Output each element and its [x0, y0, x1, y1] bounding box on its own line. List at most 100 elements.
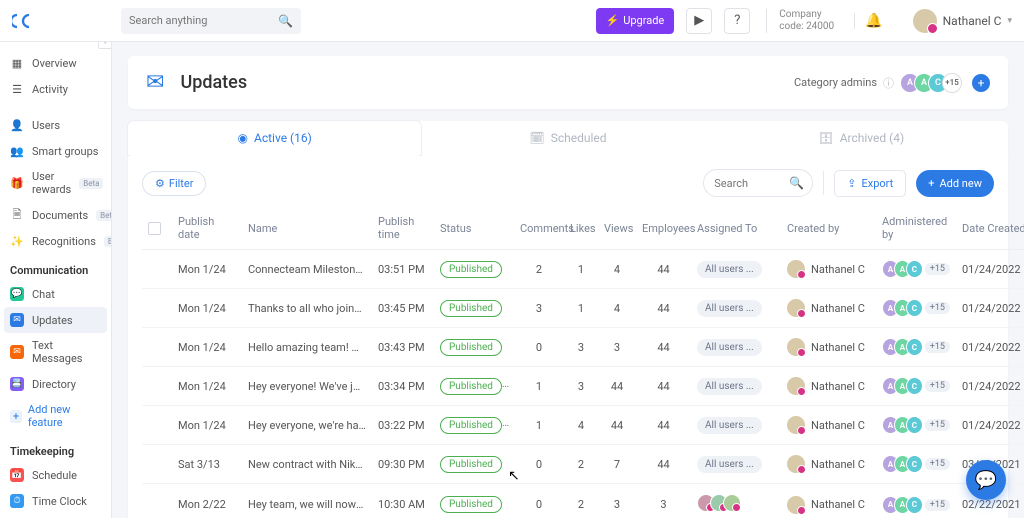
company-code: Company code: 24000: [766, 9, 834, 33]
filter-button[interactable]: ⚙Filter: [142, 171, 206, 196]
toolbar: ⚙Filter 🔍 ⇪Export +Add new: [142, 169, 994, 197]
cell-publish-date: Mon 1/24: [172, 250, 242, 289]
chat-fab[interactable]: 💬: [966, 460, 1006, 500]
admin-stack[interactable]: A A C +15: [882, 416, 950, 434]
table-row[interactable]: Sat 3/13 New contract with Nike! … 09:30…: [142, 445, 1024, 484]
sidebar-item-smart-groups[interactable]: 👥Smart groups: [0, 138, 111, 164]
col-status[interactable]: Status: [434, 207, 514, 250]
logo-icon: [12, 10, 34, 32]
collapse-sidebar-button[interactable]: ‹: [98, 42, 112, 49]
updates-table: Publish date Name Publish time Status Co…: [142, 207, 1024, 518]
cell-publish-time: 03:34 PM: [372, 367, 434, 406]
col-administered-by[interactable]: Administered by: [876, 207, 956, 250]
cell-publish-date: Sat 3/13: [172, 445, 242, 484]
admin-avatars[interactable]: A A C +15: [900, 73, 962, 93]
admin-stack[interactable]: A A C +15: [882, 338, 950, 356]
assigned-pill[interactable]: All users ...: [697, 261, 762, 278]
col-name[interactable]: Name: [242, 207, 372, 250]
add-admin-button[interactable]: +: [972, 74, 990, 92]
sidebar-item-schedule[interactable]: 📅Schedule: [0, 462, 111, 488]
col-assigned-to[interactable]: Assigned To: [691, 207, 781, 250]
sidebar-item-activity[interactable]: ☰Activity: [0, 76, 111, 102]
assigned-pill[interactable]: All users ...: [697, 300, 762, 317]
sidebar-item-chat[interactable]: 💬Chat: [0, 281, 111, 307]
tab-archived[interactable]: 🗄Archived (4): [715, 121, 1008, 155]
sidebar-item-updates[interactable]: ✉Updates: [4, 307, 107, 333]
search-icon: 🔍: [278, 14, 293, 28]
cell-views: 4: [598, 289, 636, 328]
bell-icon[interactable]: 🔔: [854, 13, 892, 29]
table-row[interactable]: Mon 2/22 Hey team, we will now be … 10:3…: [142, 484, 1024, 518]
sidebar-item-user-rewards[interactable]: 🎁User rewardsBeta: [0, 164, 111, 202]
cell-status: Published 2 2 new: [434, 406, 514, 445]
cell-date-created: 01/24/2022: [956, 367, 1024, 406]
doc-icon: 🗎: [10, 208, 24, 222]
assigned-pill[interactable]: All users ...: [697, 339, 762, 356]
table-row[interactable]: Mon 1/24 Connecteam Milestone! C… 03:51 …: [142, 250, 1024, 289]
col-publish-date[interactable]: Publish date: [172, 207, 242, 250]
sidebar-item-recognitions[interactable]: ✨RecognitionsBeta: [0, 228, 111, 254]
info-icon[interactable]: ⓘ: [883, 75, 894, 91]
overflow-count: +15: [925, 341, 950, 353]
sidebar-add-feature-2[interactable]: +Add new feature: [0, 514, 111, 518]
assigned-pill[interactable]: All users ...: [697, 456, 762, 473]
admin-stack[interactable]: A A C +15: [882, 455, 950, 473]
cell-created-by: Nathanel C: [781, 445, 876, 484]
admin-stack[interactable]: A A C +15: [882, 260, 950, 278]
add-new-button[interactable]: +Add new: [916, 170, 994, 197]
col-date-created[interactable]: Date Created: [956, 207, 1024, 250]
sidebar-item-text-messages[interactable]: ✉Text Messages: [0, 333, 111, 371]
table-row[interactable]: Mon 1/24 Thanks to all who joined u… 03:…: [142, 289, 1024, 328]
user-menu[interactable]: Nathanel C ▾: [905, 9, 1012, 33]
chevron-down-icon: ▾: [1007, 16, 1012, 26]
sidebar-item-users[interactable]: 👤Users: [0, 112, 111, 138]
cell-status: Published: [434, 289, 514, 328]
sidebar-item-overview[interactable]: ▦Overview: [0, 50, 111, 76]
admin-stack[interactable]: A A C +15: [882, 299, 950, 317]
col-likes[interactable]: Likes: [564, 207, 598, 250]
status-badge: Published: [440, 261, 502, 278]
sidebar-heading-timekeeping: Timekeeping: [0, 435, 111, 462]
col-created-by[interactable]: Created by: [781, 207, 876, 250]
export-button[interactable]: ⇪Export: [834, 170, 906, 197]
global-search-input[interactable]: [121, 8, 301, 34]
table-row[interactable]: Mon 1/24 Hey everyone, we're havin… 03:2…: [142, 406, 1024, 445]
sidebar-item-time-clock[interactable]: ⏱Time Clock: [0, 488, 111, 514]
assigned-pill[interactable]: All users ...: [697, 417, 762, 434]
cell-assigned: All users ...: [691, 367, 781, 406]
status-badge: Published: [440, 378, 502, 395]
col-employees[interactable]: Employees: [636, 207, 691, 250]
cell-assigned: All users ...: [691, 328, 781, 367]
admin-stack[interactable]: A A C +15: [882, 377, 950, 395]
sms-icon: ✉: [10, 345, 24, 359]
cell-status: Published: [434, 250, 514, 289]
cell-publish-date: Mon 2/22: [172, 484, 242, 518]
cell-name: Thanks to all who joined u…: [242, 289, 372, 328]
sidebar-item-documents[interactable]: 🗎DocumentsBeta: [0, 202, 111, 228]
col-views[interactable]: Views: [598, 207, 636, 250]
col-comments[interactable]: Comments: [514, 207, 564, 250]
cell-created-by: Nathanel C: [781, 250, 876, 289]
cell-likes: 2: [564, 484, 598, 518]
table-row[interactable]: Mon 1/24 Hello amazing team! We'v… 03:43…: [142, 328, 1024, 367]
col-publish-time[interactable]: Publish time: [372, 207, 434, 250]
help-button[interactable]: ?: [724, 8, 750, 34]
tab-active[interactable]: ◉Active (16): [128, 121, 421, 155]
play-button[interactable]: ▶: [686, 8, 712, 34]
list-icon: ☰: [10, 82, 24, 96]
upgrade-button[interactable]: ⚡Upgrade: [596, 8, 675, 34]
select-all-checkbox[interactable]: [148, 222, 161, 235]
admin-stack[interactable]: A A C +15: [882, 496, 950, 514]
assigned-pill[interactable]: All users ...: [697, 378, 762, 395]
cell-date-created: 01/24/2022: [956, 250, 1024, 289]
overflow-count: +15: [925, 499, 950, 511]
avatar-icon: [787, 496, 805, 514]
cell-likes: 3: [564, 367, 598, 406]
sidebar-add-feature[interactable]: +Add new feature: [0, 397, 111, 435]
tab-scheduled[interactable]: 🗓Scheduled: [421, 121, 714, 155]
table-row[interactable]: Mon 1/24 Hey everyone! We've just … 03:3…: [142, 367, 1024, 406]
cell-name: Hey team, we will now be …: [242, 484, 372, 518]
sidebar-item-directory[interactable]: 📇Directory: [0, 371, 111, 397]
cell-publish-time: 09:30 PM: [372, 445, 434, 484]
assigned-avatars[interactable]: [697, 494, 741, 512]
